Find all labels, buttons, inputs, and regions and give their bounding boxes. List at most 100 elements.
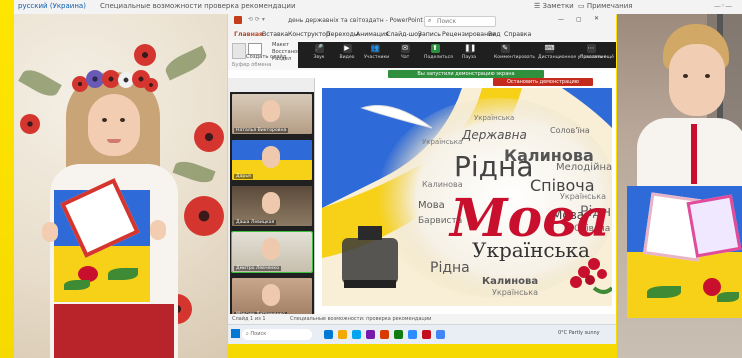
zoom-toolbar-label-0: Звук [313, 55, 325, 60]
window-title: день державнiх та свiтоздатн - PowerPoin… [288, 17, 423, 24]
tab-insert[interactable]: Вставка [262, 31, 288, 38]
zoom-toolbar-icon-6: ✎ [500, 44, 510, 53]
flower-crown [72, 70, 158, 92]
tab-help[interactable]: Справка [504, 31, 531, 38]
weather-status[interactable]: 0°C Partly sunny [558, 330, 600, 336]
zoom-toolbar-icon-1: ▶ [342, 44, 352, 53]
section-item[interactable]: Раздел [272, 56, 291, 62]
clipboard-group-label: Буфер обмена [232, 62, 272, 68]
right-participant-photo [617, 14, 742, 358]
search-placeholder: Поиск [437, 18, 457, 25]
word-ukrainska-small: Українська [422, 138, 463, 146]
zoom-toolbar-icon-5: ❚❚ [464, 44, 477, 53]
participant-tile[interactable]: Дарья [232, 140, 312, 180]
paste-icon[interactable] [232, 43, 246, 59]
zoom-toolbar-item-6[interactable]: ✎ Комментировать [494, 44, 535, 60]
zoom-toolbar-icon-0: 🎤 [314, 44, 324, 53]
participant-name: Наталья Викторовна [234, 128, 289, 133]
tab-animations[interactable]: Анимация [356, 31, 389, 38]
participant-name: Даша Левицкая [234, 220, 277, 225]
zoom-toolbar-label-5: Пауза [461, 55, 477, 60]
zoom-toolbar-label-4: Поделиться [424, 55, 453, 60]
zoom-toolbar-item-8[interactable]: ⋯ Показать ещё [580, 44, 614, 60]
accessibility-status[interactable]: Специальные возможности: проверка рекоме… [290, 316, 431, 322]
accessibility-info: Специальные возможности проверка рекомен… [100, 2, 296, 10]
taskbar-app-icon[interactable] [366, 330, 375, 339]
windows-start-icon[interactable] [231, 329, 240, 338]
zoom-toolbar-label-2: Участники [364, 55, 390, 60]
zoom-toolbar-item-7[interactable]: ⌨ Дистанционное управление [538, 44, 606, 60]
taskbar-app-icon[interactable] [324, 330, 333, 339]
current-slide: Державна Рідна Калинова Мелодійна Співоч… [322, 88, 612, 306]
zoom-toolbar-label-1: Видео [339, 55, 355, 60]
window-titlebar: ⟲ ⟳ ▾ день державнiх та свiтоздатн - Pow… [228, 14, 616, 28]
taskbar-app-icon[interactable] [352, 330, 361, 339]
taskbar-app-icon[interactable] [408, 330, 417, 339]
powerpoint-logo-icon [234, 16, 242, 24]
comments-label: Примечания [586, 2, 633, 10]
participant-name: Дмитро Левченко [234, 266, 282, 271]
notes-button[interactable]: ☰ Заметки [534, 2, 574, 10]
participant-avatar [262, 146, 280, 168]
participant-name: Дарья [234, 174, 253, 179]
participant-avatar [262, 284, 280, 306]
zoom-toolbar-icon-8: ⋯ [586, 44, 596, 53]
zoom-toolbar-item-4[interactable]: ⬆ Поделиться [424, 44, 453, 60]
zoom-slider[interactable]: —◦— [714, 2, 732, 10]
minimize-button[interactable]: — [558, 16, 564, 23]
word-kalynova-bottom: Калинова [482, 276, 539, 287]
flag-craft-card-right [627, 186, 742, 318]
quick-access-icons[interactable]: ⟲ ⟳ ▾ [248, 16, 265, 23]
participant-avatar [262, 100, 280, 122]
word-melodiina: Мелодійна [556, 162, 612, 173]
zoom-toolbar-item-3[interactable]: ✉ Чат [394, 44, 416, 60]
participant-avatar [262, 192, 280, 214]
maximize-button[interactable]: ▢ [576, 16, 582, 23]
tab-design[interactable]: Конструктор [288, 31, 330, 38]
zoom-toolbar-icon-7: ⌨ [544, 44, 555, 53]
taskbar-search[interactable]: ⌕ Поиск [242, 329, 312, 340]
participant-tile[interactable]: Даша Левицкая [232, 186, 312, 226]
notes-label: Заметки [542, 2, 574, 10]
word-mova-left: Мова [418, 200, 445, 211]
word-ukrainska-top: Українська [474, 114, 515, 122]
flag-craft-card [54, 178, 150, 302]
tab-home[interactable]: Главная [234, 31, 263, 38]
tab-view[interactable]: Вид [488, 31, 501, 38]
screen-share-notice: Вы запустили демонстрацию экрана [388, 70, 544, 78]
zoom-toolbar-item-1[interactable]: ▶ Видео [336, 44, 358, 60]
participant-avatar [262, 238, 280, 260]
browser-top-strip: русский (Украина) Специальные возможност… [14, 0, 742, 15]
left-participant-photo [14, 14, 227, 358]
participant-tile[interactable]: Максим Литвиненко [232, 278, 312, 318]
tab-slideshow[interactable]: Слайд-шоу [386, 31, 422, 38]
windows-taskbar: ⌕ Поиск 0°C Partly sunny [228, 324, 616, 344]
taskbar-search-icon: ⌕ [246, 331, 249, 337]
word-ridna-bottom: Рідна [430, 260, 470, 276]
stop-share-button[interactable]: Остановить демонстрацию [493, 78, 593, 86]
taskbar-search-label: Поиск [250, 331, 267, 337]
participant-tile[interactable]: Наталья Викторовна [232, 94, 312, 134]
taskbar-app-icon[interactable] [380, 330, 389, 339]
taskbar-app-icon[interactable] [422, 330, 431, 339]
zoom-toolbar-item-5[interactable]: ❚❚ Пауза [458, 44, 480, 60]
zoom-toolbar-item-2[interactable]: 👥 Участники [364, 44, 390, 60]
search-input[interactable]: ⌕ Поиск [424, 16, 496, 27]
search-icon: ⌕ [428, 17, 432, 24]
participant-tile[interactable]: Дмитро Левченко [231, 231, 313, 273]
zoom-toolbar-item-0[interactable]: 🎤 Звук [308, 44, 330, 60]
taskbar-app-icon[interactable] [338, 330, 347, 339]
word-derzhavna: Державна [462, 128, 527, 142]
layout-item[interactable]: Макет [272, 42, 289, 48]
zoom-toolbar-label-6: Комментировать [494, 55, 536, 60]
tab-transitions[interactable]: Переходы [326, 31, 359, 38]
taskbar-app-icon[interactable] [394, 330, 403, 339]
zoom-toolbar-icon-3: ✉ [400, 44, 410, 53]
zoom-toolbar-label-8: Показать ещё [580, 55, 614, 60]
language-tab[interactable]: русский (Украина) [18, 2, 86, 10]
tab-record[interactable]: Запись [418, 31, 441, 38]
word-soloviina: Солов'їна [550, 126, 590, 135]
close-button[interactable]: ✕ [594, 15, 599, 22]
comments-button[interactable]: ▭ Примечания [578, 2, 632, 10]
taskbar-app-icon[interactable] [436, 330, 445, 339]
